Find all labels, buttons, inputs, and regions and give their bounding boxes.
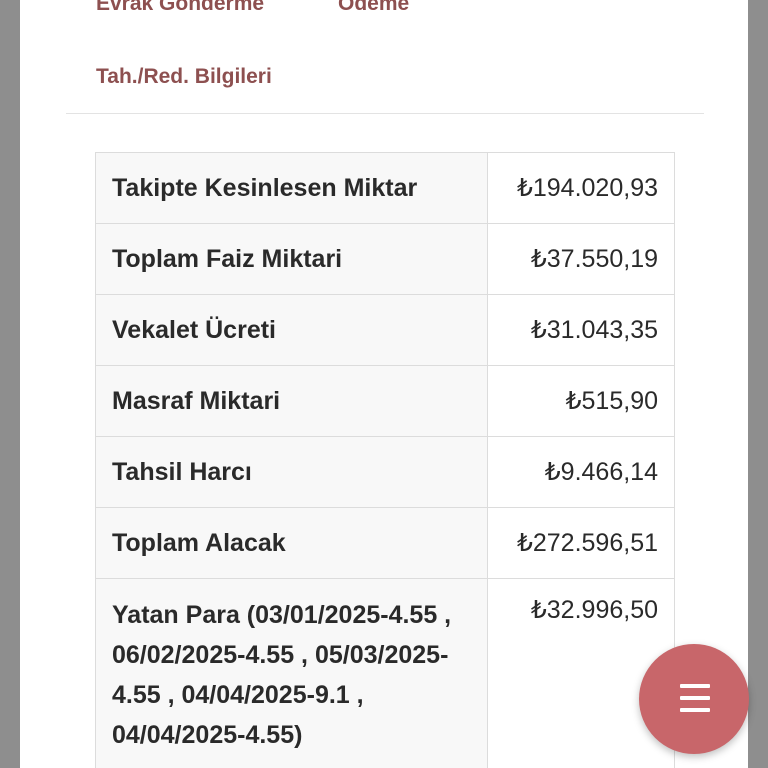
table-row: Vekalet Ücreti ₺31.043,35 bbox=[95, 294, 676, 366]
tab-evrak-gonderme[interactable]: Evrak Gönderme bbox=[96, 0, 264, 16]
menu-button[interactable] bbox=[639, 644, 749, 754]
row-label: Toplam Faiz Miktari bbox=[95, 223, 488, 295]
row-label: Takipte Kesinlesen Miktar bbox=[95, 152, 488, 224]
table-row: Toplam Alacak ₺272.596,51 bbox=[95, 507, 676, 579]
table-row: Takipte Kesinlesen Miktar ₺194.020,93 bbox=[95, 152, 676, 224]
tab-tah-red-bilgileri[interactable]: Tah./Red. Bilgileri bbox=[96, 65, 272, 89]
row-label: Masraf Miktari bbox=[95, 365, 488, 437]
table-row: Yatan Para (03/01/2025-4.55 , 06/02/2025… bbox=[95, 578, 676, 768]
tab-odeme[interactable]: Ödeme bbox=[338, 0, 409, 16]
row-label: Vekalet Ücreti bbox=[95, 294, 488, 366]
row-label: Tahsil Harcı bbox=[95, 436, 488, 508]
row-value: ₺515,90 bbox=[486, 365, 676, 437]
row-label: Toplam Alacak bbox=[95, 507, 488, 579]
row-value: ₺31.043,35 bbox=[486, 294, 676, 366]
row-value: ₺9.466,14 bbox=[486, 436, 676, 508]
screen: Evrak Gönderme Ödeme Tah./Red. Bilgileri… bbox=[0, 0, 768, 768]
table-row: Toplam Faiz Miktari ₺37.550,19 bbox=[95, 223, 676, 295]
row-value: ₺272.596,51 bbox=[486, 507, 676, 579]
amounts-table: Takipte Kesinlesen Miktar ₺194.020,93 To… bbox=[95, 152, 676, 768]
table-row: Masraf Miktari ₺515,90 bbox=[95, 365, 676, 437]
table-row: Tahsil Harcı ₺9.466,14 bbox=[95, 436, 676, 508]
row-value: ₺194.020,93 bbox=[486, 152, 676, 224]
content-card: Evrak Gönderme Ödeme Tah./Red. Bilgileri… bbox=[20, 0, 748, 768]
row-label: Yatan Para (03/01/2025-4.55 , 06/02/2025… bbox=[95, 578, 488, 768]
row-value: ₺37.550,19 bbox=[486, 223, 676, 295]
tabs-divider bbox=[66, 113, 704, 114]
